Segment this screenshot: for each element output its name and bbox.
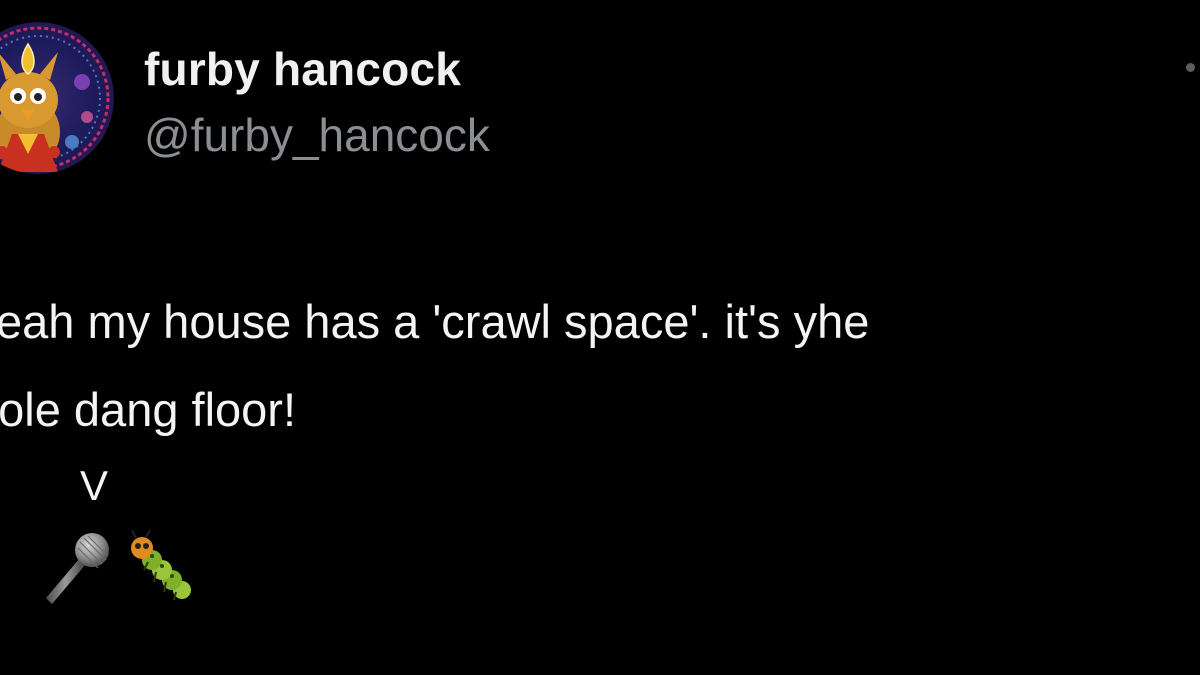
furby-avatar-icon (0, 22, 114, 174)
more-options-icon[interactable] (1186, 63, 1195, 72)
tweet: furby hancock @furby_hancock eah my hous… (0, 0, 1200, 675)
caterpillar-icon (131, 529, 191, 601)
tweet-text-line: eah my house has a 'crawl space'. it's y… (0, 295, 870, 348)
tweet-text: eah my house has a 'crawl space'. it's y… (0, 278, 1196, 454)
username-handle[interactable]: @furby_hancock (144, 108, 490, 162)
tweet-text-line: hole dang floor! (0, 383, 297, 436)
avatar[interactable] (0, 22, 114, 174)
pointer-text: V (80, 462, 109, 509)
display-name[interactable]: furby hancock (144, 42, 461, 96)
microphone-icon (46, 533, 109, 604)
